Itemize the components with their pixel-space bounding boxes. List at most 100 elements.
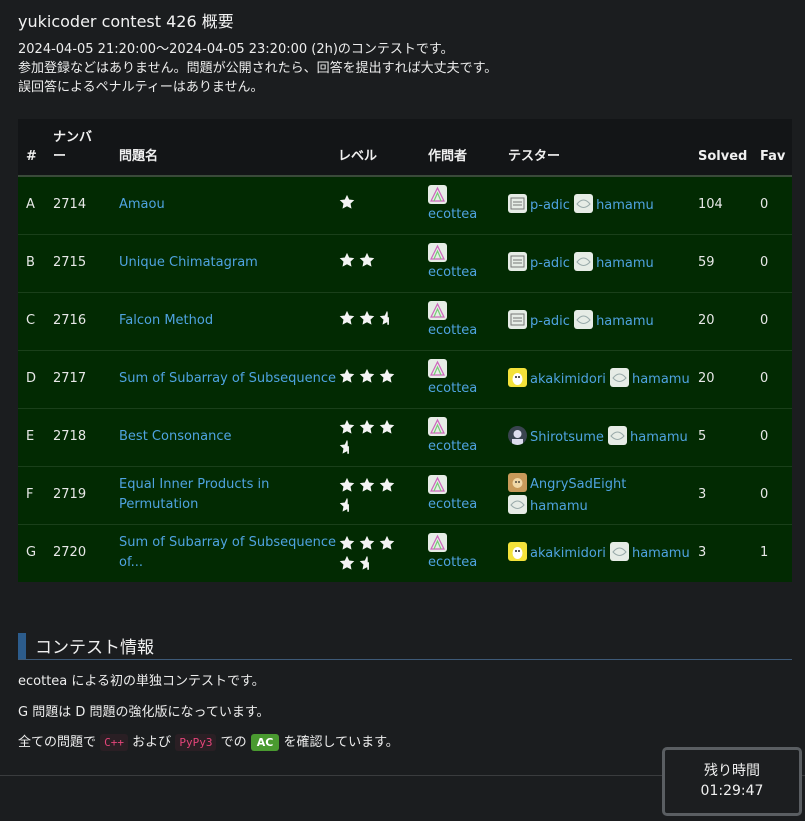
summary-line: 参加登録などはありません。問題が公開されたら、回答を提出すれば大丈夫です。 bbox=[18, 61, 498, 76]
tester-user-link[interactable]: AngrySadEight bbox=[508, 473, 626, 492]
tester-name[interactable]: AngrySadEight bbox=[530, 477, 626, 492]
solved-count: 20 bbox=[698, 291, 760, 350]
problem-link[interactable]: Best Consonance bbox=[119, 429, 232, 444]
problem-number: 2718 bbox=[53, 407, 119, 466]
header-number: ナンバー bbox=[53, 119, 119, 177]
tester-user-link[interactable]: hamamu bbox=[574, 310, 654, 329]
tester-user-link[interactable]: p-adic bbox=[508, 252, 570, 271]
remaining-time-box: 残り時間 01:29:47 bbox=[662, 747, 802, 816]
problem-id: D bbox=[18, 349, 53, 408]
tester-cell: p-adic hamamu bbox=[508, 233, 698, 292]
tester-name[interactable]: hamamu bbox=[596, 256, 654, 271]
user-avatar bbox=[608, 426, 628, 445]
problem-id: C bbox=[18, 291, 53, 350]
header-solved: Solved bbox=[698, 119, 760, 177]
user-avatar bbox=[428, 533, 447, 553]
tester-user-link[interactable]: hamamu bbox=[508, 495, 588, 514]
solved-count: 20 bbox=[698, 349, 760, 408]
author-link[interactable]: ecottea bbox=[428, 207, 477, 222]
timer-value: 01:29:47 bbox=[700, 783, 764, 799]
user-avatar bbox=[574, 252, 594, 271]
tester-name[interactable]: hamamu bbox=[632, 372, 690, 387]
problem-id: E bbox=[18, 407, 53, 466]
solved-count: 3 bbox=[698, 465, 760, 524]
author-cell: ecottea bbox=[428, 465, 508, 524]
level-stars bbox=[338, 193, 398, 211]
tester-user-link[interactable]: p-adic bbox=[508, 194, 570, 214]
solved-count: 59 bbox=[698, 233, 760, 292]
tester-name[interactable]: hamamu bbox=[630, 430, 688, 445]
problem-link[interactable]: Unique Chimatagram bbox=[119, 255, 258, 270]
author-link[interactable]: ecottea bbox=[428, 439, 477, 454]
user-avatar bbox=[508, 194, 527, 214]
problem-row: E 2718 Best Consonance ecottea Shirotsume ha… bbox=[18, 407, 792, 466]
tester-user-link[interactable]: p-adic bbox=[508, 310, 570, 329]
tester-name[interactable]: hamamu bbox=[596, 314, 654, 329]
fav-count: 0 bbox=[760, 233, 792, 292]
tester-cell: p-adic hamamu bbox=[508, 291, 698, 350]
problem-row: D 2717 Sum of Subarray of Subsequence ecott… bbox=[18, 349, 792, 408]
tester-user-link[interactable]: hamamu bbox=[574, 194, 654, 214]
user-avatar bbox=[508, 495, 527, 514]
problem-number: 2719 bbox=[53, 465, 119, 524]
author-link[interactable]: ecottea bbox=[428, 555, 477, 570]
level-stars bbox=[338, 367, 398, 385]
tester-cell: akakimidori hamamu bbox=[508, 349, 698, 408]
level-stars bbox=[338, 534, 398, 572]
tester-name[interactable]: hamamu bbox=[632, 546, 690, 561]
problem-link[interactable]: Falcon Method bbox=[119, 313, 213, 328]
level-stars bbox=[338, 309, 398, 327]
page-title: yukicoder contest 426 概要 bbox=[18, 12, 234, 31]
tester-name[interactable]: akakimidori bbox=[530, 372, 606, 387]
tester-user-link[interactable]: akakimidori bbox=[508, 368, 606, 387]
user-avatar bbox=[508, 473, 527, 492]
author-link[interactable]: ecottea bbox=[428, 323, 477, 338]
tester-name[interactable]: Shirotsume bbox=[530, 430, 604, 445]
problem-link[interactable]: Sum of Subarray of Subsequence bbox=[119, 371, 336, 386]
tester-name[interactable]: akakimidori bbox=[530, 546, 606, 561]
author-cell: ecottea bbox=[428, 407, 508, 466]
author-link[interactable]: ecottea bbox=[428, 497, 477, 512]
problem-id: B bbox=[18, 233, 53, 292]
author-cell: ecottea bbox=[428, 349, 508, 408]
tester-name[interactable]: p-adic bbox=[530, 198, 570, 213]
user-avatar bbox=[574, 194, 594, 214]
tester-user-link[interactable]: Shirotsume bbox=[508, 426, 604, 445]
tester-user-link[interactable]: hamamu bbox=[609, 542, 690, 562]
problem-link[interactable]: Sum of Subarray of Subsequence of... bbox=[119, 535, 336, 570]
user-avatar bbox=[508, 310, 527, 329]
info-text: での bbox=[220, 735, 247, 750]
ac-badge: AC bbox=[250, 734, 280, 751]
level-stars bbox=[338, 418, 398, 456]
header-level: レベル bbox=[338, 119, 428, 177]
header-hash: # bbox=[18, 119, 53, 177]
info-line-2: G 問題は D 問題の強化版になっています。 bbox=[18, 705, 270, 720]
tester-name[interactable]: p-adic bbox=[530, 314, 570, 329]
problem-link[interactable]: Amaou bbox=[119, 197, 165, 212]
problem-id: G bbox=[18, 523, 53, 582]
author-cell: ecottea bbox=[428, 176, 508, 234]
star-icon bbox=[339, 536, 355, 550]
tester-cell: AngrySadEight hamamu bbox=[508, 465, 698, 524]
tester-user-link[interactable]: hamamu bbox=[608, 426, 688, 445]
author-link[interactable]: ecottea bbox=[428, 265, 477, 280]
problem-row: F 2719 Equal Inner Products in Permutation… bbox=[18, 465, 792, 524]
tester-name[interactable]: p-adic bbox=[530, 256, 570, 271]
user-avatar bbox=[428, 301, 447, 320]
tester-name[interactable]: hamamu bbox=[596, 198, 654, 213]
info-line-1: ecottea による初の単独コンテストです。 bbox=[18, 674, 265, 689]
star-icon bbox=[379, 419, 395, 434]
problem-row: G 2720 Sum of Subarray of Subsequence of..… bbox=[18, 523, 792, 582]
author-link[interactable]: ecottea bbox=[428, 381, 477, 396]
tester-user-link[interactable]: akakimidori bbox=[508, 542, 606, 562]
user-avatar bbox=[508, 542, 527, 562]
tester-name[interactable]: hamamu bbox=[530, 499, 588, 514]
tester-user-link[interactable]: hamamu bbox=[574, 252, 654, 271]
user-avatar bbox=[508, 368, 527, 387]
problem-link[interactable]: Equal Inner Products in Permutation bbox=[119, 477, 269, 512]
summary-line: 誤回答によるペナルティーはありません。 bbox=[18, 80, 264, 95]
level-stars bbox=[338, 476, 398, 514]
tester-cell: p-adic hamamu bbox=[508, 176, 698, 234]
problem-row: A 2714 Amaou ecottea p-adic hamamu 104 0 bbox=[18, 176, 792, 234]
tester-user-link[interactable]: hamamu bbox=[609, 368, 690, 387]
